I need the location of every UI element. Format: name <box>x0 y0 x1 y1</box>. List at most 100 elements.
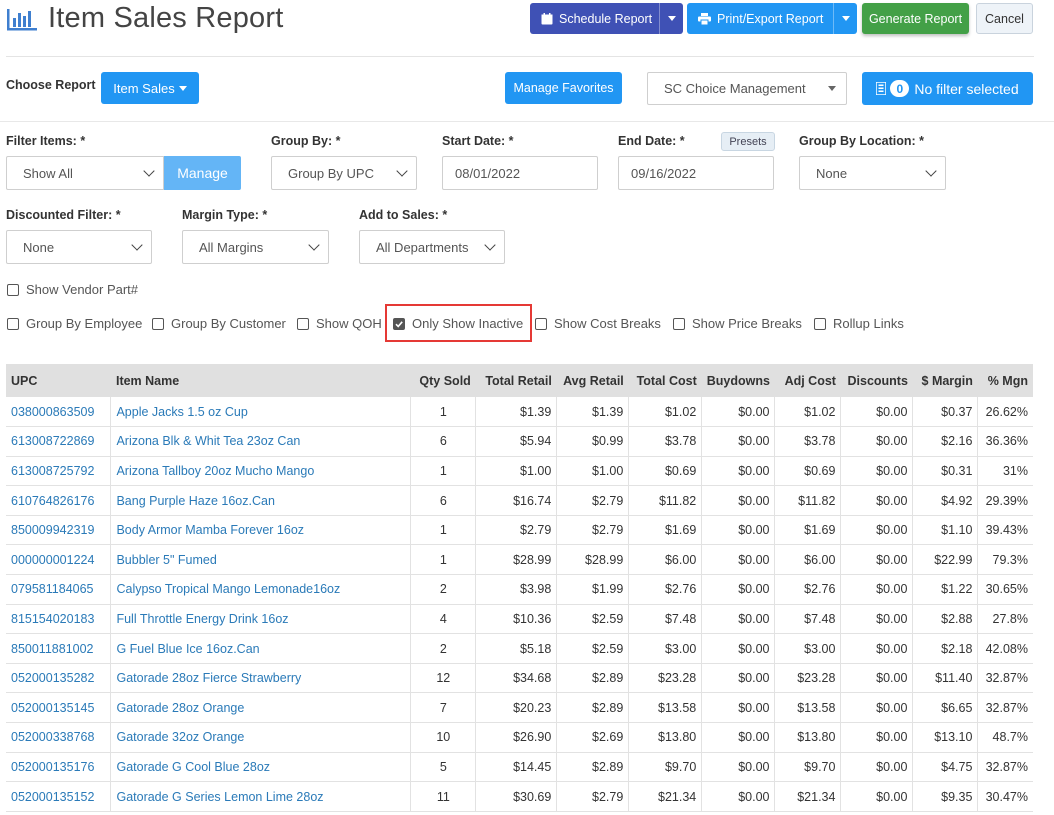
report-type-dropdown[interactable]: Item Sales <box>101 72 199 104</box>
group-by-customer-checkbox[interactable] <box>152 317 164 330</box>
show-price-breaks-checkbox[interactable] <box>673 317 685 330</box>
item-name-link[interactable]: Bang Purple Haze 16oz.Can <box>110 485 412 516</box>
table-cell: $2.18 <box>912 633 979 664</box>
report-type-label: Item Sales <box>113 80 175 96</box>
rollup-links-checkbox[interactable] <box>814 317 826 330</box>
print-export-button[interactable]: Print/Export Report <box>687 3 857 34</box>
item-name-link[interactable]: Gatorade G Cool Blue 28oz <box>110 752 412 783</box>
upc-link[interactable]: 052000135152 <box>6 781 112 812</box>
item-name-link[interactable]: Body Armor Mamba Forever 16oz <box>110 515 412 546</box>
item-name-link[interactable]: Bubbler 5" Fumed <box>110 544 412 576</box>
schedule-report-button[interactable]: Schedule Report <box>530 3 683 34</box>
table-cell: $0.00 <box>701 633 776 664</box>
start-date-label: Start Date: * <box>442 134 514 148</box>
column-header[interactable]: UPC <box>6 364 111 397</box>
table-cell: $1.69 <box>628 515 703 546</box>
upc-link[interactable]: 850011881002 <box>6 633 112 664</box>
item-name-link[interactable]: Gatorade 28oz Orange <box>110 692 412 724</box>
item-name-link[interactable]: Gatorade 28oz Fierce Strawberry <box>110 663 412 694</box>
upc-link[interactable]: 052000135282 <box>6 663 112 694</box>
group-by-employee-option[interactable]: Group By Employee <box>7 316 142 331</box>
table-cell: $0.00 <box>701 426 776 457</box>
upc-link[interactable]: 052000338768 <box>6 722 112 753</box>
qty-sold-cell: 4 <box>410 604 477 635</box>
show-qoh-checkbox[interactable] <box>297 317 309 330</box>
column-header[interactable]: % Mgn <box>977 364 1033 397</box>
show-qoh-option[interactable]: Show QOH <box>297 316 382 331</box>
filter-items-select[interactable]: Show All <box>6 156 164 190</box>
table-cell: $11.40 <box>912 663 979 694</box>
column-header[interactable]: Qty Sold <box>410 364 476 397</box>
manage-button[interactable]: Manage <box>164 156 241 190</box>
upc-link[interactable]: 079581184065 <box>6 574 112 605</box>
upc-link[interactable]: 052000135176 <box>6 752 112 783</box>
report-chart-icon <box>7 9 37 31</box>
item-name-link[interactable]: Calypso Tropical Mango Lemonade16oz <box>110 574 412 605</box>
table-cell: $4.75 <box>912 752 979 783</box>
table-cell: $2.79 <box>475 515 558 546</box>
discounted-filter-select[interactable]: None <box>6 230 152 264</box>
table-row: 052000338768 Gatorade 32oz Orange 10 $26.90… <box>6 722 1033 753</box>
column-header[interactable]: Avg Retail <box>556 364 629 397</box>
group-by-location-select[interactable]: None <box>799 156 946 190</box>
column-header[interactable]: $ Margin <box>912 364 978 397</box>
only-show-inactive-option[interactable]: Only Show Inactive <box>393 316 523 331</box>
item-name-link[interactable]: G Fuel Blue Ice 16oz.Can <box>110 633 412 664</box>
upc-link[interactable]: 613008722869 <box>6 426 112 457</box>
column-header[interactable]: Total Retail <box>475 364 557 397</box>
start-date-input[interactable]: 08/01/2022 <box>442 156 598 190</box>
item-name-link[interactable]: Arizona Tallboy 20oz Mucho Mango <box>110 456 412 487</box>
column-header[interactable]: Adj Cost <box>774 364 841 397</box>
column-header[interactable]: Buydowns <box>701 364 775 397</box>
item-name-link[interactable]: Gatorade G Series Lemon Lime 28oz <box>110 781 412 812</box>
item-name-link[interactable]: Arizona Blk & Whit Tea 23oz Can <box>110 426 412 457</box>
show-cost-breaks-option[interactable]: Show Cost Breaks <box>535 316 661 331</box>
upc-link[interactable]: 850009942319 <box>6 515 112 546</box>
show-cost-breaks-checkbox[interactable] <box>535 317 547 330</box>
table-cell: $6.00 <box>774 544 842 576</box>
item-name-link[interactable]: Gatorade 32oz Orange <box>110 722 412 753</box>
rollup-links-option[interactable]: Rollup Links <box>814 316 904 331</box>
cancel-button[interactable]: Cancel <box>976 3 1033 34</box>
table-cell: $2.59 <box>556 633 630 664</box>
table-cell: $1.39 <box>475 397 558 428</box>
item-name-link[interactable]: Apple Jacks 1.5 oz Cup <box>110 397 412 428</box>
upc-link[interactable]: 815154020183 <box>6 604 112 635</box>
chevron-down-icon <box>143 165 155 177</box>
group-by-employee-checkbox[interactable] <box>7 317 19 330</box>
company-select[interactable]: SC Choice Management <box>647 72 847 105</box>
upc-link[interactable]: 613008725792 <box>6 456 112 487</box>
table-cell: $1.02 <box>628 397 703 428</box>
print-dropdown-toggle[interactable] <box>833 3 857 34</box>
discounted-filter-value: None <box>23 239 55 255</box>
table-cell: 29.39% <box>977 485 1033 516</box>
margin-type-select[interactable]: All Margins <box>182 230 329 264</box>
upc-link[interactable]: 000000001224 <box>6 544 112 576</box>
column-header[interactable]: Total Cost <box>628 364 702 397</box>
upc-link[interactable]: 038000863509 <box>6 397 112 428</box>
show-vendor-part-option[interactable]: Show Vendor Part# <box>7 282 138 297</box>
upc-link[interactable]: 610764826176 <box>6 485 112 516</box>
item-name-link[interactable]: Full Throttle Energy Drink 16oz <box>110 604 412 635</box>
presets-button[interactable]: Presets <box>721 132 775 151</box>
table-cell: $10.36 <box>475 604 558 635</box>
manage-favorites-button[interactable]: Manage Favorites <box>505 72 622 104</box>
group-by-select[interactable]: Group By UPC <box>271 156 417 190</box>
show-price-breaks-option[interactable]: Show Price Breaks <box>673 316 802 331</box>
upc-link[interactable]: 052000135145 <box>6 692 112 724</box>
end-date-input[interactable]: 09/16/2022 <box>618 156 774 190</box>
filter-selection-button[interactable]: 0 No filter selected <box>862 72 1033 105</box>
qty-sold-cell: 2 <box>410 633 477 664</box>
column-header[interactable]: Discounts <box>840 364 913 397</box>
generate-report-button[interactable]: Generate Report <box>862 3 969 34</box>
show-vendor-part-checkbox[interactable] <box>7 283 19 296</box>
table-cell: $13.80 <box>774 722 842 753</box>
add-to-sales-select[interactable]: All Departments <box>359 230 505 264</box>
table-cell: $0.00 <box>701 544 776 576</box>
rollup-links-label: Rollup Links <box>833 316 904 331</box>
group-by-customer-option[interactable]: Group By Customer <box>152 316 286 331</box>
show-qoh-label: Show QOH <box>316 316 382 331</box>
column-header[interactable]: Item Name <box>110 364 411 397</box>
only-show-inactive-checkbox[interactable] <box>393 317 405 330</box>
schedule-dropdown-toggle[interactable] <box>659 3 683 34</box>
